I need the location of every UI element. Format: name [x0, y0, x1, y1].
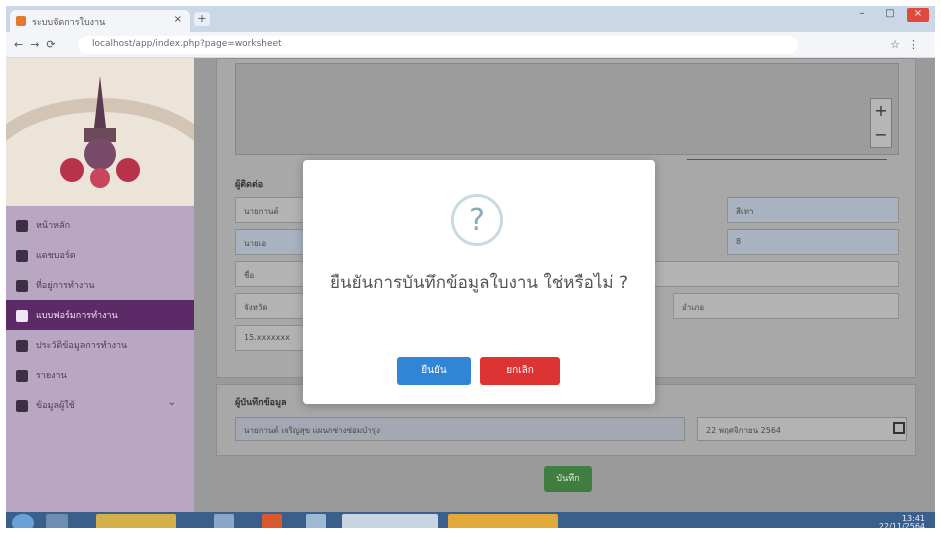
- cancel-button[interactable]: ยกเลิก: [480, 357, 560, 385]
- dialog-message: ยืนยันการบันทึกข้อมูลใบงาน ใช่หรือไม่ ?: [329, 273, 629, 293]
- question-icon: ?: [451, 194, 503, 246]
- confirm-button[interactable]: ยืนยัน: [397, 357, 471, 385]
- confirm-dialog: ? ยืนยันการบันทึกข้อมูลใบงาน ใช่หรือไม่ …: [303, 160, 655, 404]
